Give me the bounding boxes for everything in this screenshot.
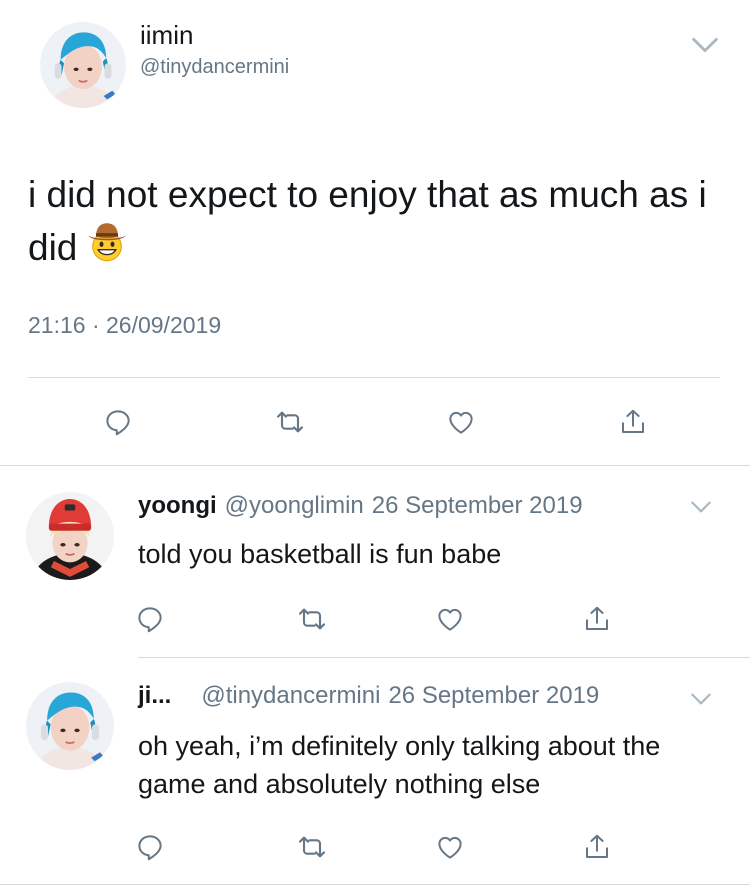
reply-text: oh yeah, i’m definitely only talking abo…	[138, 731, 661, 799]
tweet-date[interactable]: 26 September 2019	[388, 682, 599, 709]
tweet-actions	[0, 603, 750, 635]
tweet-actions	[0, 406, 750, 438]
retweet-icon[interactable]	[295, 831, 329, 863]
chevron-down-icon[interactable]	[688, 28, 722, 67]
reply-text: told you basketball is fun babe	[138, 539, 502, 569]
divider	[0, 465, 750, 466]
avatar[interactable]	[40, 22, 126, 108]
share-icon[interactable]	[580, 603, 614, 635]
chevron-down-icon[interactable]	[688, 494, 714, 525]
divider	[138, 657, 750, 658]
tweet-text-body: i did not expect to enjoy that as much a…	[28, 174, 707, 268]
divider	[0, 884, 750, 885]
retweet-icon[interactable]	[295, 603, 329, 635]
display-name[interactable]: yoongi	[138, 492, 217, 519]
avatar[interactable]	[26, 492, 114, 580]
tweet-date[interactable]: 26 September 2019	[372, 492, 583, 519]
cowboy-hat-face-icon	[85, 220, 129, 277]
display-name[interactable]: ji...	[138, 682, 171, 709]
user-handle[interactable]: @tinydancermini	[201, 682, 380, 709]
tweet-timestamp[interactable]: 21:16 · 26/09/2019	[28, 312, 221, 339]
reply-icon[interactable]	[133, 603, 167, 635]
like-icon[interactable]	[433, 831, 467, 863]
retweet-icon[interactable]	[273, 406, 307, 438]
display-name[interactable]: iimin	[140, 20, 193, 51]
reply-header: yoongi @yoonglimin 26 September 2019	[138, 492, 583, 520]
like-icon[interactable]	[444, 406, 478, 438]
like-icon[interactable]	[433, 603, 467, 635]
user-handle[interactable]: @tinydancermini	[140, 56, 289, 79]
divider	[28, 377, 720, 378]
avatar[interactable]	[26, 682, 114, 770]
share-icon[interactable]	[580, 831, 614, 863]
tweet-text: i did not expect to enjoy that as much a…	[28, 170, 728, 277]
chevron-down-icon[interactable]	[688, 686, 714, 717]
tweet-actions	[0, 831, 750, 863]
user-handle[interactable]: @yoonglimin	[225, 492, 364, 519]
reply-header: ji... @tinydancermini 26 September 2019	[138, 682, 599, 710]
reply-icon[interactable]	[133, 831, 167, 863]
reply-icon[interactable]	[101, 406, 135, 438]
share-icon[interactable]	[616, 406, 650, 438]
